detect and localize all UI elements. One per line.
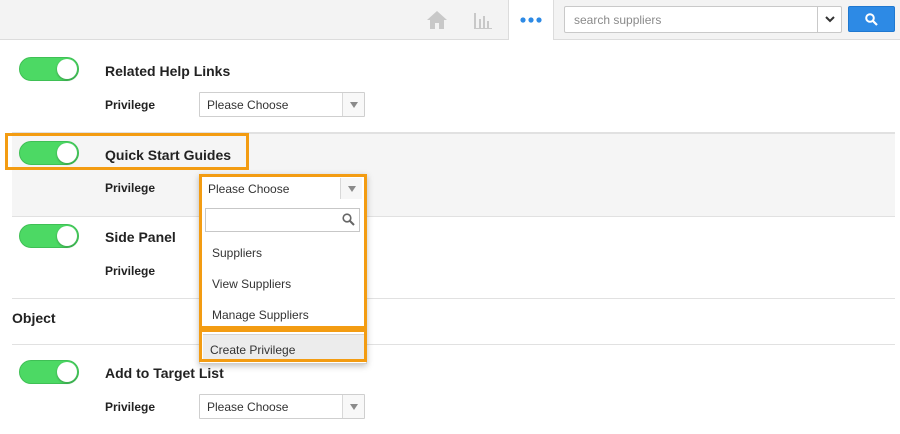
toggle-knob [57,226,77,246]
privilege-select-value: Please Choose [207,98,289,112]
caret-down-icon [342,93,364,116]
dropdown-option-manage-suppliers[interactable]: Manage Suppliers [212,308,309,322]
privilege-select[interactable]: Please Choose [199,92,365,117]
caret-down-icon [340,178,362,199]
section-add-to-target-list: Add to Target List Privilege Please Choo… [12,344,895,434]
privilege-label: Privilege [105,264,156,278]
create-privilege-option[interactable]: Create Privilege [203,334,364,362]
section-related-help-links: Related Help Links Privilege Please Choo… [12,41,895,133]
create-privilege-label: Create Privilege [210,343,296,357]
toggle-switch[interactable] [19,57,79,81]
toggle-switch[interactable] [19,360,79,384]
object-heading: Object [12,310,56,326]
privilege-select[interactable]: Please Choose [199,394,365,419]
toggle-knob [57,59,77,79]
privilege-label: Privilege [105,400,156,414]
toggle-knob [57,143,77,163]
search-box [564,6,842,33]
section-title: Related Help Links [105,63,231,79]
privilege-label: Privilege [105,98,156,112]
section-title: Side Panel [105,229,176,245]
section-quick-start-guides: Quick Start Guides Privilege [12,133,895,217]
privilege-label: Privilege [105,181,156,195]
bar-chart-icon[interactable] [468,0,498,40]
more-dots-icon[interactable] [509,0,554,40]
dropdown-search-input[interactable] [206,209,336,231]
toggle-switch[interactable] [19,141,79,165]
privilege-select-value: Please Choose [208,182,290,196]
section-side-panel: Side Panel Privilege [12,217,895,299]
privilege-select-value: Please Choose [207,400,289,414]
search-icon [865,12,878,26]
section-title: Add to Target List [105,365,224,381]
home-icon[interactable] [420,0,454,40]
dropdown-option-suppliers[interactable]: Suppliers [212,246,262,260]
search-button[interactable] [848,6,895,32]
section-title: Quick Start Guides [105,147,232,163]
caret-down-icon [342,395,364,418]
chevron-down-icon[interactable] [817,7,841,32]
toggle-switch[interactable] [19,224,79,248]
search-input[interactable] [565,7,817,32]
search-icon [342,213,355,226]
top-toolbar [0,0,900,40]
toggle-knob [57,362,77,382]
dropdown-option-view-suppliers[interactable]: View Suppliers [212,277,291,291]
dropdown-search-box [205,208,360,232]
privilege-dropdown-menu: Please Choose Suppliers View Suppliers M… [199,174,367,364]
privilege-select-open[interactable]: Please Choose [200,175,366,202]
